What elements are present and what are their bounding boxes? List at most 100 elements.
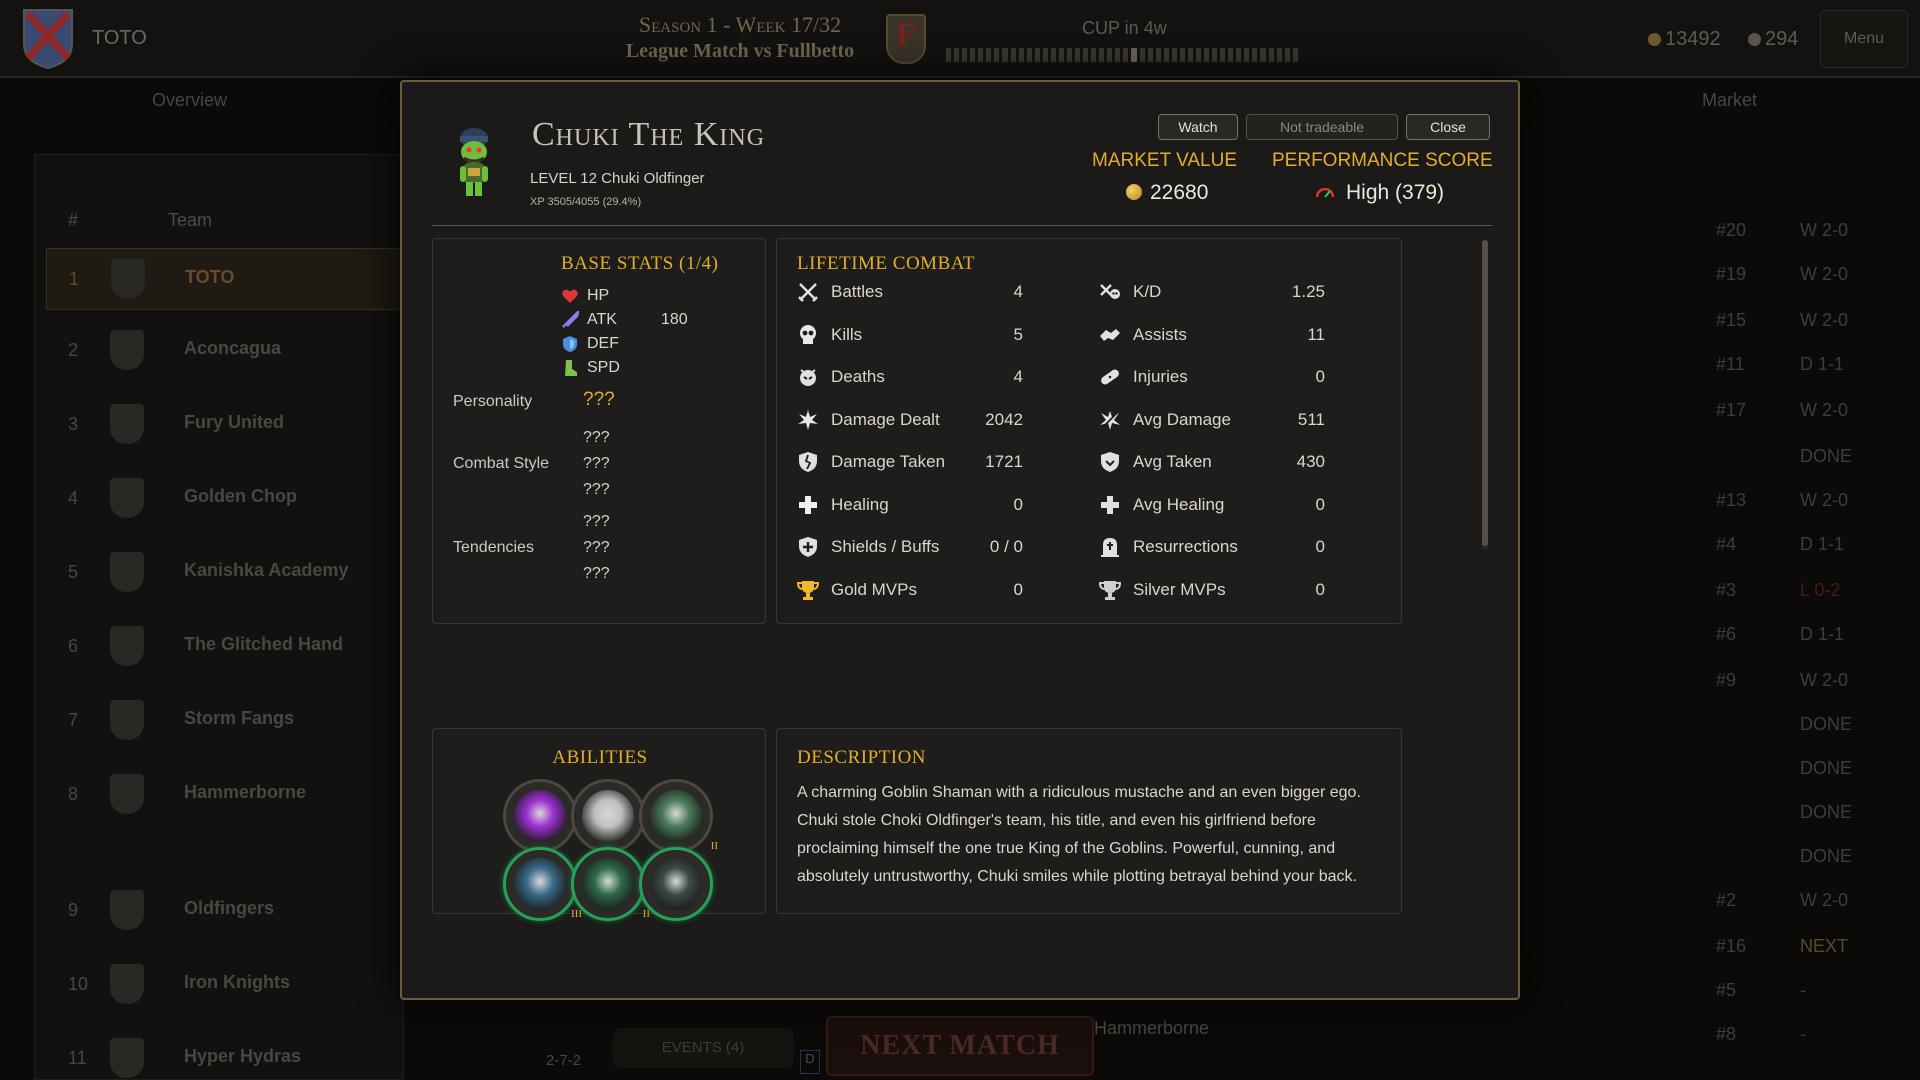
death-icon — [800, 369, 816, 386]
team-shield-icon — [110, 1038, 144, 1078]
standings-row[interactable]: 9 Oldfingers — [46, 880, 406, 942]
sword-icon — [562, 311, 579, 328]
personality-value: ??? — [583, 389, 615, 410]
progress-segment — [1228, 48, 1234, 62]
gold-counter: 13492 — [1648, 28, 1721, 51]
tendencies-value-3: ??? — [583, 565, 610, 582]
standings-team-name: Oldfingers — [184, 898, 275, 918]
schedule-result: D 1-1 — [1800, 534, 1845, 554]
combat-stat-label: Avg Damage — [1133, 409, 1231, 429]
tombstone-icon — [1101, 538, 1119, 557]
ability-tier: III — [571, 908, 582, 920]
lifetime-combat-title: LIFETIME COMBAT — [797, 253, 975, 274]
standings-row[interactable]: 11 Hyper Hydras — [46, 1028, 406, 1080]
progress-segment — [1002, 48, 1008, 62]
performance-score: High (379) — [1346, 181, 1445, 204]
avg-heal-icon — [1101, 495, 1119, 514]
tendencies-value-2: ??? — [583, 539, 610, 556]
goblin-squad-ability-icon[interactable]: II — [639, 779, 718, 853]
combat-stat-value: 0 — [1315, 494, 1325, 514]
header-divider — [432, 225, 1492, 226]
summon-ability-icon[interactable]: II — [571, 847, 650, 921]
schedule-match-number: #19 — [1716, 264, 1747, 284]
performance-score-title: PERFORMANCE SCORE — [1272, 150, 1493, 171]
team-shield-icon — [111, 259, 145, 299]
progress-segment — [1212, 48, 1218, 62]
purple-burst-ability-icon[interactable] — [503, 779, 577, 853]
standings-row[interactable]: 10 Iron Knights — [46, 954, 406, 1016]
combat-stat-value: 511 — [1297, 409, 1325, 429]
description-card: DESCRIPTION A charming Goblin Shaman wit… — [776, 728, 1402, 914]
team-shield-icon — [110, 626, 144, 666]
progress-segment — [1171, 48, 1177, 62]
schedule-result: NEXT — [1800, 936, 1849, 956]
goblin-army-ability-icon[interactable]: III — [503, 847, 582, 921]
combat-stat-label: Battles — [831, 282, 883, 301]
dash-ability-icon[interactable] — [571, 779, 645, 853]
gem-icon — [1748, 33, 1761, 46]
standings-team-header: Team — [168, 210, 213, 230]
progress-segment — [1107, 48, 1113, 62]
standings-team-name: Storm Fangs — [184, 708, 295, 728]
standings-row[interactable]: 6 The Glitched Hand — [46, 616, 406, 678]
modal-scrollbar[interactable] — [1482, 240, 1488, 550]
schedule-result: - — [1800, 1024, 1806, 1044]
combat-stat-value: 11 — [1307, 324, 1325, 344]
schedule-result: L 0-2 — [1800, 580, 1841, 600]
progress-segment — [1220, 48, 1226, 62]
standings-rank-header: # — [68, 210, 79, 230]
base-stat-label: DEF — [587, 335, 619, 352]
schedule-match-number: #20 — [1716, 220, 1747, 240]
progress-segment — [1276, 48, 1282, 62]
schedule-match-number: #9 — [1716, 670, 1737, 690]
standings-row[interactable]: 1 TOTO — [46, 248, 406, 310]
standings-team-name: The Glitched Hand — [184, 634, 344, 654]
face-ability-icon[interactable] — [639, 847, 713, 921]
combat-stat-value: 4 — [1013, 282, 1023, 301]
standings-row[interactable]: 7 Storm Fangs — [46, 690, 406, 752]
standings-row[interactable]: 5 Kanishka Academy — [46, 542, 406, 604]
scrollbar-thumb[interactable] — [1482, 240, 1488, 546]
skull-icon — [800, 324, 816, 344]
watch-button[interactable]: Watch — [1158, 114, 1238, 140]
close-button[interactable]: Close — [1406, 114, 1490, 140]
standings-team-name: Iron Knights — [184, 972, 290, 992]
tab-overview[interactable]: Overview — [152, 90, 227, 111]
progress-segment — [1115, 48, 1121, 62]
progress-segment — [1268, 48, 1274, 62]
standings-rank: 11 — [68, 1048, 87, 1068]
events-button[interactable]: EVENTS (4) — [612, 1028, 794, 1068]
schedule-result: W 2-0 — [1800, 264, 1849, 284]
avg-damage-icon — [1100, 410, 1120, 430]
team-shield-icon — [110, 552, 144, 592]
handshake-icon — [1100, 328, 1120, 341]
standings-team-name: Hyper Hydras — [184, 1046, 302, 1066]
standings-row[interactable]: 4 Golden Chop — [46, 468, 406, 530]
character-xp: XP 3505/4055 (29.4%) — [530, 196, 642, 208]
next-match-button[interactable]: NEXT MATCH — [826, 1016, 1094, 1076]
standings-team-name: Aconcagua — [184, 338, 282, 358]
standings-rank: 4 — [68, 488, 79, 508]
ability-art — [582, 858, 634, 910]
standings-row[interactable]: 3 Fury United — [46, 394, 406, 456]
progress-segment — [1075, 48, 1081, 62]
not-tradeable-button[interactable]: Not tradeable — [1246, 114, 1398, 140]
combat-stat-value: 1721 — [985, 452, 1023, 471]
gold-coin-icon — [1126, 184, 1142, 200]
gold-trophy-icon — [797, 580, 819, 600]
standings-row[interactable]: 2 Aconcagua — [46, 320, 406, 382]
menu-button[interactable]: Menu — [1820, 10, 1908, 68]
progress-segment — [1050, 48, 1056, 62]
standings-row[interactable]: 8 Hammerborne — [46, 764, 406, 826]
team-name[interactable]: TOTO — [92, 27, 147, 50]
personality-label: Personality — [453, 393, 533, 410]
standings-team-name: Hammerborne — [184, 782, 307, 802]
progress-segment — [1066, 48, 1072, 62]
team-shield-icon — [110, 330, 144, 370]
tab-market[interactable]: Market — [1702, 90, 1757, 111]
base-stat-value: 180 — [661, 311, 688, 328]
silver-trophy-icon — [1099, 580, 1121, 600]
base-stat-label: ATK — [587, 311, 617, 328]
character-name: Chuki The King — [532, 116, 766, 153]
schedule-match-number: #16 — [1716, 936, 1747, 956]
